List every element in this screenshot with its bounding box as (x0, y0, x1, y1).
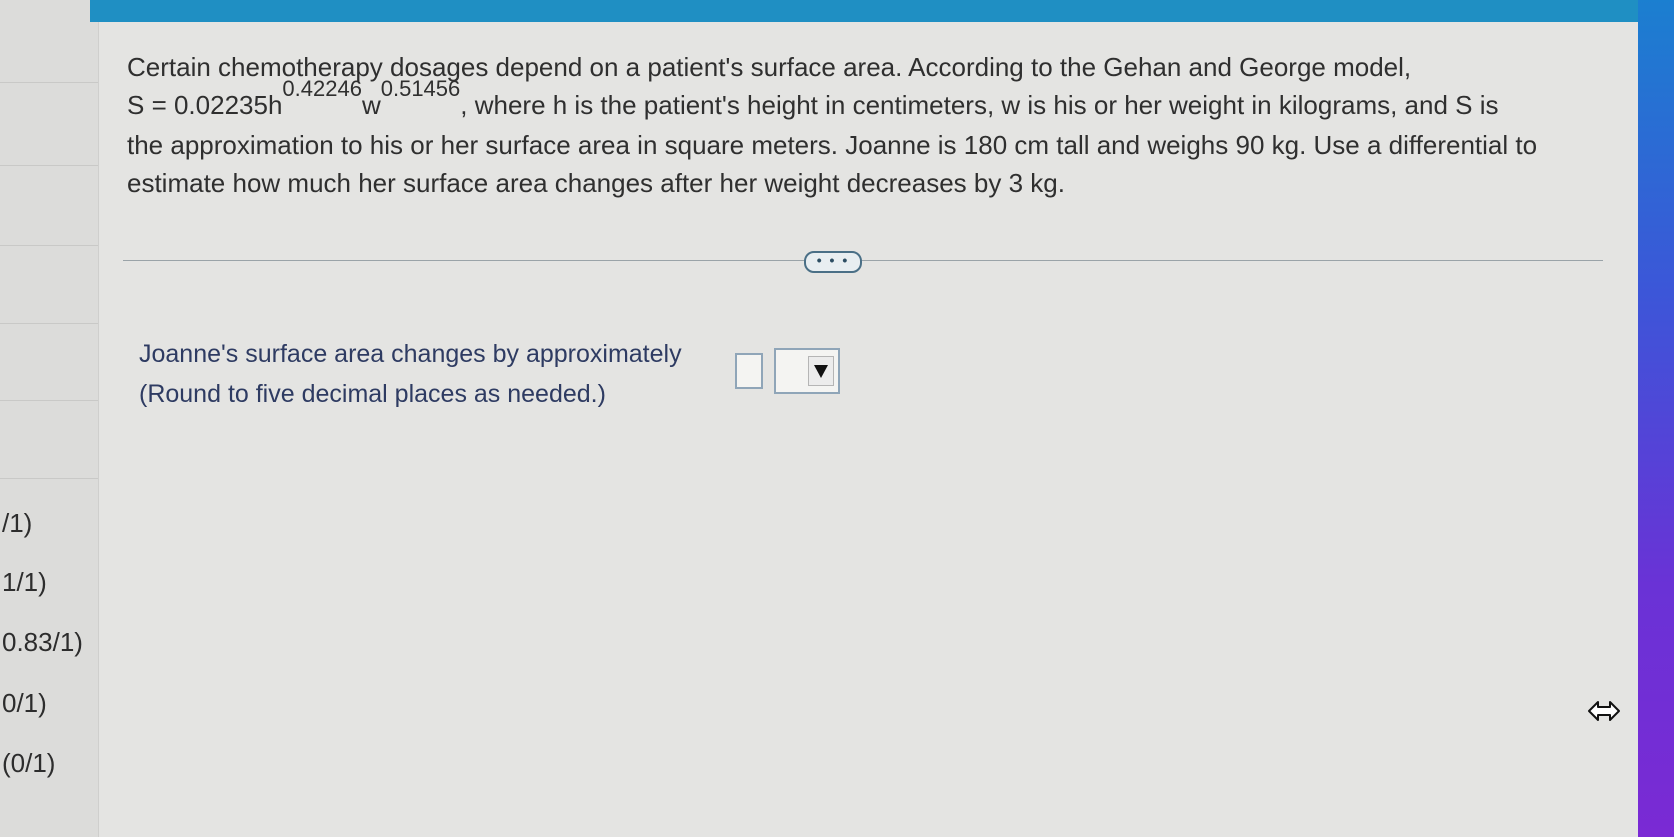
question-formula-line: S = 0.02235h0.42246w0.51456, where h is … (127, 76, 1627, 126)
sidebar-divider (0, 82, 112, 83)
section-divider (123, 260, 1603, 261)
formula-base: S = 0.02235h (127, 90, 283, 120)
question-score-3[interactable]: 0.83/1) (2, 627, 83, 658)
question-text: Certain chemotherapy dosages depend on a… (127, 48, 1627, 202)
answer-area: Joanne's surface area changes by approxi… (139, 334, 840, 414)
answer-hint-row: (Round to five decimal places as needed.… (139, 374, 682, 414)
sidebar-divider (0, 245, 112, 246)
top-header-bar (90, 0, 1640, 22)
sidebar-divider (0, 165, 112, 166)
answer-prompt: Joanne's surface area changes by approxi… (139, 340, 682, 368)
answer-row: Joanne's surface area changes by approxi… (139, 334, 682, 374)
formula-w: w (361, 90, 381, 120)
sidebar-divider (0, 478, 112, 479)
dropdown-arrow-icon[interactable] (808, 356, 834, 386)
sidebar-divider (0, 400, 112, 401)
question-line-2-rest: , where h is the patient's height in cen… (460, 90, 1499, 120)
question-panel: Certain chemotherapy dosages depend on a… (98, 22, 1639, 837)
answer-input[interactable] (735, 353, 763, 389)
sidebar-divider (0, 323, 112, 324)
formula-exponent-w: 0.51456 (380, 76, 461, 101)
question-line-3: the approximation to his or her surface … (127, 130, 1538, 160)
question-score-5[interactable]: (0/1) (2, 748, 55, 779)
question-line-4: estimate how much her surface area chang… (127, 168, 1065, 198)
more-options-button[interactable]: • • • (804, 251, 862, 273)
resize-horizontal-icon (1588, 701, 1620, 721)
units-dropdown[interactable] (774, 348, 840, 394)
window-edge (1638, 0, 1674, 837)
question-score-1[interactable]: /1) (2, 508, 32, 539)
formula-exponent-h: 0.42246 (282, 76, 362, 101)
question-score-4[interactable]: 0/1) (2, 688, 47, 719)
answer-hint: (Round to five decimal places as needed.… (139, 380, 606, 408)
question-score-2[interactable]: 1/1) (2, 567, 47, 598)
